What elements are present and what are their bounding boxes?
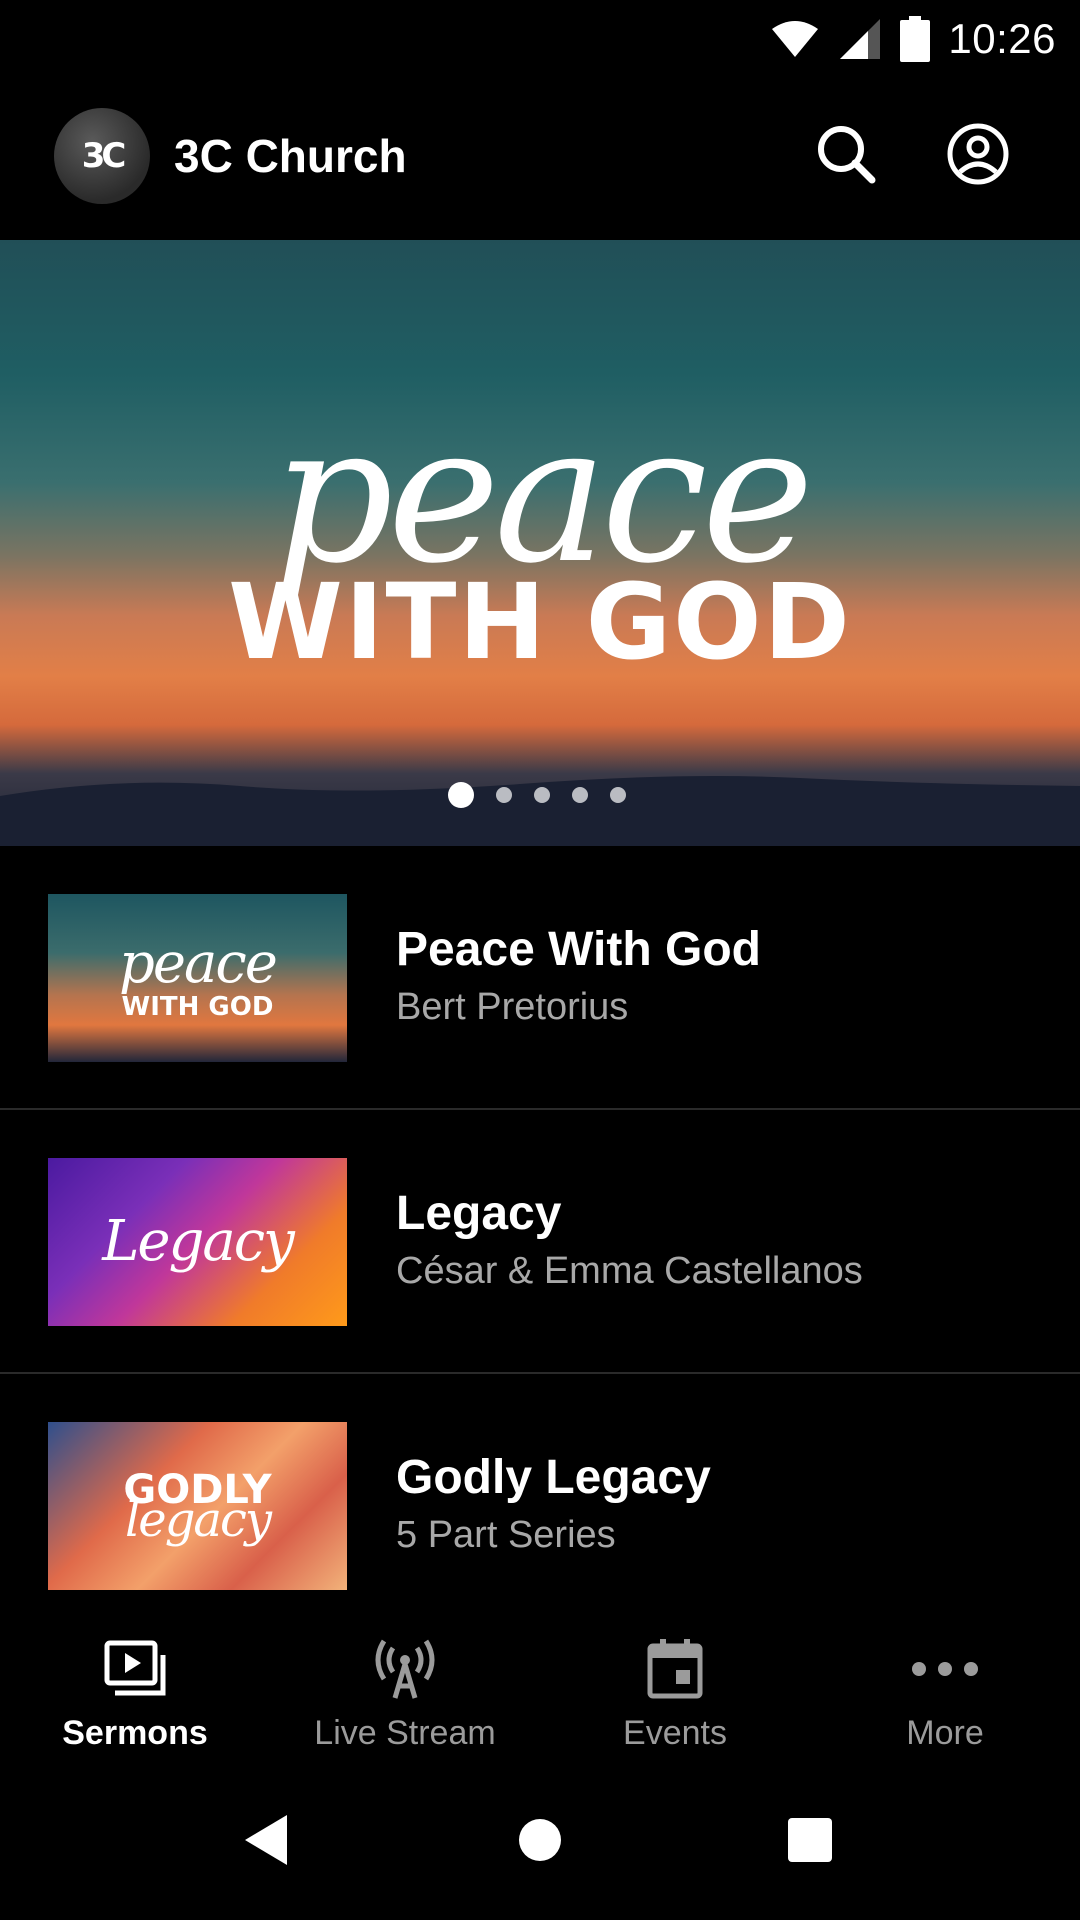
nav-item-sermons[interactable]: Sermons — [0, 1598, 270, 1764]
sermon-subtitle: 5 Part Series — [396, 1514, 616, 1556]
sermon-list: peace WITH GOD Peace With God Bert Preto… — [0, 846, 1080, 1638]
back-button[interactable] — [218, 1794, 314, 1890]
thumbnail-script-text: legacy — [124, 1492, 272, 1548]
sermon-row[interactable]: peace WITH GOD Peace With God Bert Preto… — [0, 846, 1080, 1110]
search-icon — [814, 122, 878, 191]
home-button[interactable] — [492, 1794, 588, 1890]
hero-carousel[interactable]: peace WITH GOD — [0, 240, 1080, 846]
logo-text: 3C — [81, 136, 127, 176]
app-bar: 3C 3C Church — [0, 78, 1080, 238]
carousel-dot[interactable] — [448, 782, 474, 808]
nav-label: More — [906, 1714, 984, 1752]
nav-item-more[interactable]: More — [810, 1598, 1080, 1764]
broadcast-tower-icon — [373, 1636, 437, 1702]
back-icon — [241, 1813, 291, 1872]
nav-label: Events — [623, 1714, 727, 1752]
nav-item-live-stream[interactable]: Live Stream — [270, 1598, 540, 1764]
search-button[interactable] — [808, 118, 884, 194]
app-title: 3C Church — [174, 130, 407, 182]
sermon-title: Legacy — [396, 1187, 562, 1240]
calendar-icon — [646, 1636, 704, 1702]
battery-icon — [900, 16, 931, 62]
home-icon — [517, 1817, 563, 1868]
carousel-dot[interactable] — [610, 787, 626, 803]
status-time: 10:26 — [948, 15, 1056, 62]
sermon-thumbnail: Legacy — [48, 1158, 347, 1326]
sermon-title: Peace With God — [396, 923, 761, 976]
video-library-icon — [103, 1636, 167, 1702]
sermon-subtitle: César & Emma Castellanos — [396, 1250, 863, 1292]
bottom-nav: Sermons Live Stream Events More — [0, 1598, 1080, 1764]
sermon-thumbnail: GODLY legacy — [48, 1422, 347, 1590]
more-dots-icon — [909, 1636, 981, 1702]
hero-caps-text: WITH GOD — [228, 561, 852, 683]
account-icon — [946, 122, 1010, 191]
church-logo[interactable]: 3C — [54, 108, 150, 204]
sermon-subtitle: Bert Pretorius — [396, 986, 629, 1028]
recents-button[interactable] — [762, 1794, 858, 1890]
cell-signal-icon — [838, 17, 882, 61]
wifi-icon — [770, 19, 820, 59]
carousel-dot[interactable] — [534, 787, 550, 803]
sermon-title: Godly Legacy — [396, 1451, 711, 1504]
carousel-dot[interactable] — [496, 787, 512, 803]
recents-icon — [787, 1817, 833, 1868]
account-button[interactable] — [940, 118, 1016, 194]
nav-label: Live Stream — [314, 1714, 496, 1752]
sermon-thumbnail: peace WITH GOD — [48, 894, 347, 1062]
thumbnail-caps-text: WITH GOD — [121, 992, 274, 1022]
thumbnail-script-text: peace — [119, 931, 278, 996]
carousel-dot[interactable] — [572, 787, 588, 803]
carousel-indicator — [448, 782, 626, 808]
thumbnail-script-text: Legacy — [102, 1209, 295, 1274]
nav-label: Sermons — [62, 1714, 208, 1752]
status-bar: 10:26 — [0, 0, 1080, 78]
nav-item-events[interactable]: Events — [540, 1598, 810, 1764]
system-nav-bar — [0, 1764, 1080, 1920]
sermon-row[interactable]: Legacy Legacy César & Emma Castellanos — [0, 1110, 1080, 1374]
